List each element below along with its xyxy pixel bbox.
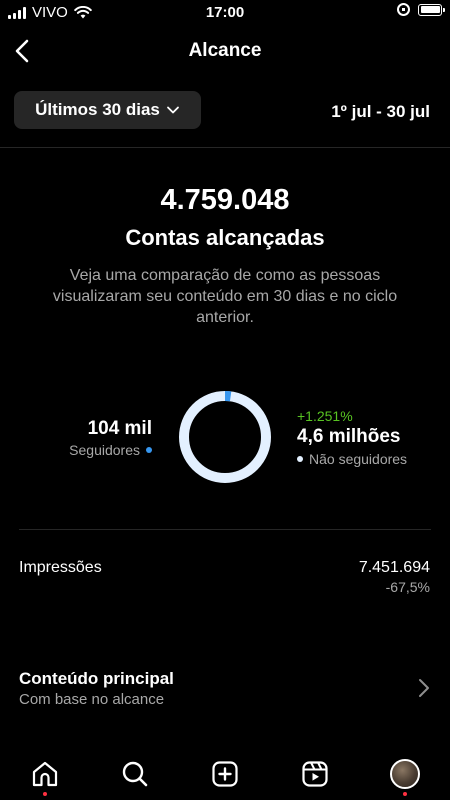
donut-segment-non-followers	[179, 391, 271, 483]
non-followers-legend-dot	[297, 456, 303, 462]
followers-legend-dot	[146, 447, 152, 453]
followers-label-row: Seguidores	[69, 442, 152, 458]
reach-donut-chart	[179, 391, 271, 483]
nav-reels[interactable]	[293, 752, 337, 796]
reels-icon	[302, 761, 328, 787]
comparison-description: Veja uma comparação de como as pessoas v…	[52, 267, 398, 326]
date-range-text: 1º jul - 30 jul	[331, 102, 430, 121]
impressions-value: 7.451.694	[358, 559, 430, 576]
search-icon	[122, 761, 148, 787]
battery-icon	[418, 3, 445, 16]
divider	[19, 529, 431, 530]
notification-dot	[43, 792, 47, 796]
profile-avatar	[390, 759, 420, 789]
page-title: Alcance	[188, 40, 262, 61]
orientation-lock-icon	[397, 3, 410, 16]
followers-label: Seguidores	[69, 442, 140, 458]
accounts-reached-label: Contas alcançadas	[125, 225, 325, 250]
non-followers-label: Não seguidores	[309, 451, 408, 467]
date-range-selector-label: Últimos 30 dias	[35, 100, 160, 119]
status-bar: VIVO 17:00	[0, 0, 450, 26]
impressions-change: -67,5%	[385, 579, 430, 595]
notification-dot	[403, 792, 407, 796]
accounts-reached-value: 4.759.048	[160, 184, 290, 216]
top-content-row[interactable]: Conteúdo principal Com base no alcance	[0, 660, 450, 718]
nav-create[interactable]	[203, 752, 247, 796]
top-content-title: Conteúdo principal	[19, 669, 174, 688]
bottom-nav	[0, 746, 450, 800]
impressions-label: Impressões	[19, 559, 102, 576]
nav-profile[interactable]	[383, 752, 427, 796]
non-followers-value: 4,6 milhões	[297, 426, 401, 447]
home-icon	[32, 761, 58, 787]
chevron-right-icon	[419, 679, 429, 697]
followers-value: 104 mil	[87, 418, 152, 439]
non-followers-label-row: Não seguidores	[297, 451, 407, 467]
top-content-subtitle: Com base no alcance	[19, 691, 165, 708]
status-time: 17:00	[205, 4, 245, 21]
chevron-down-icon	[166, 106, 179, 114]
divider	[0, 147, 450, 148]
nav-home[interactable]	[23, 752, 67, 796]
nav-search[interactable]	[113, 752, 157, 796]
date-range-selector[interactable]: Últimos 30 dias	[14, 91, 201, 129]
create-icon	[212, 761, 238, 787]
non-followers-growth: +1.251%	[297, 408, 353, 424]
status-right	[397, 3, 445, 16]
